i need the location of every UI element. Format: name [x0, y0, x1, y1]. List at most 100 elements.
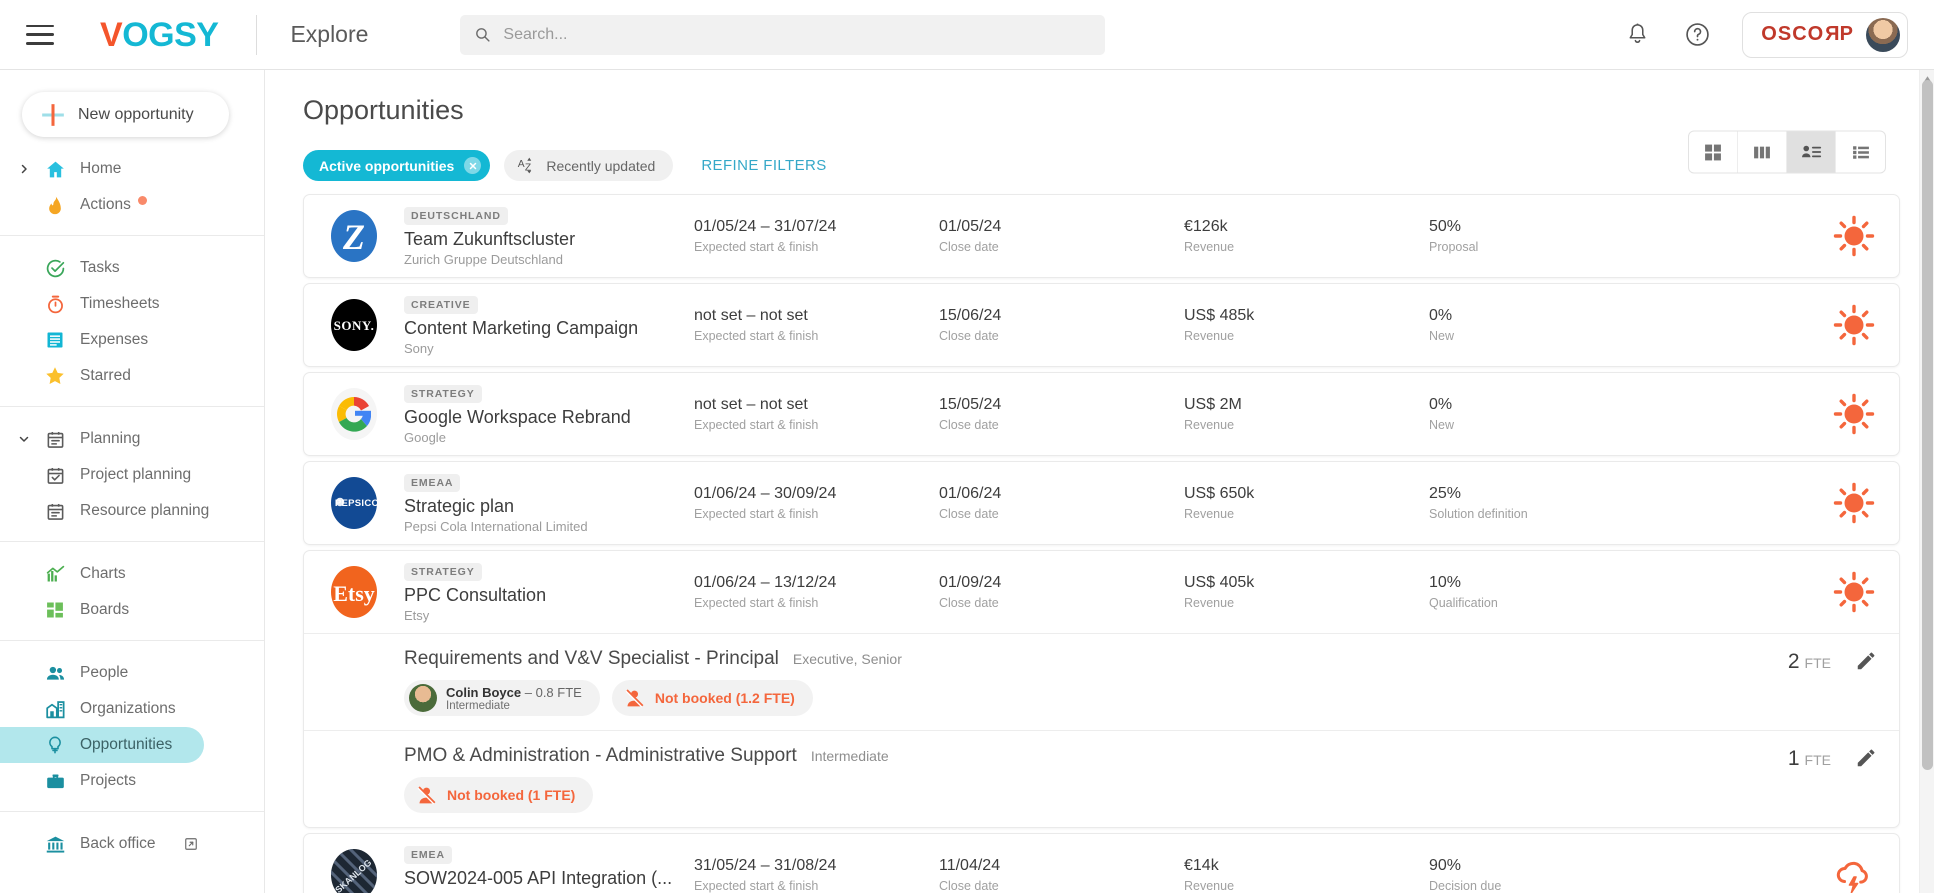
people-list-view-button[interactable]: [1787, 131, 1836, 173]
sidebar-item-projects[interactable]: Projects: [0, 763, 264, 799]
sidebar-item-resource-planning[interactable]: Resource planning: [0, 493, 264, 529]
header-divider: [256, 14, 258, 55]
sidebar-item-starred[interactable]: Starred: [0, 358, 264, 394]
dates-col: not set – not set Expected start & finis…: [694, 307, 939, 343]
fte-col: 2 FTE: [1661, 648, 1831, 674]
person-off-icon: [625, 688, 644, 707]
close-icon[interactable]: [464, 157, 482, 174]
role-title-wrap: Requirements and V&V Specialist - Princi…: [404, 648, 1661, 670]
page-title: Opportunities: [303, 95, 464, 125]
search-box[interactable]: [460, 14, 1106, 55]
lightbulb-icon: [44, 734, 66, 756]
svg-text:Z: Z: [342, 217, 365, 257]
not-booked-chip[interactable]: Not booked (1.2 FTE): [611, 680, 813, 716]
sony-logo: SONY.: [326, 297, 382, 353]
opportunity-card[interactable]: SKANLOG EMEA SOW2024-005 API Integration…: [303, 833, 1900, 893]
table-row[interactable]: Z DEUTSCHLAND Team Zukunftscluster Zuric…: [304, 195, 1899, 277]
role-row[interactable]: Requirements and V&V Specialist - Princi…: [304, 633, 1899, 730]
role-title: Requirements and V&V Specialist - Princi…: [404, 648, 779, 669]
close-date-label: Close date: [939, 879, 999, 893]
organizations-icon: [44, 698, 66, 720]
opportunity-card[interactable]: PEPSICO EMEAA Strategic plan Pepsi Cola …: [303, 461, 1900, 545]
notification-bell-icon[interactable]: [1622, 20, 1652, 50]
section-title[interactable]: Explore: [290, 21, 368, 48]
sidebar-item-timesheets[interactable]: Timesheets: [0, 286, 264, 322]
sidebar-item-boards[interactable]: Boards: [0, 592, 264, 628]
sort-chip[interactable]: A Z Recently updated: [504, 150, 674, 181]
sidebar-item-planning[interactable]: Planning: [0, 421, 264, 457]
calendar-check-icon: [44, 464, 66, 486]
sidebar-item-tasks[interactable]: Tasks: [0, 250, 264, 286]
scroll-up-arrow[interactable]: [1923, 70, 1932, 82]
sidebar-item-home[interactable]: Home: [0, 151, 264, 187]
vogsy-logo[interactable]: VOGSY: [100, 18, 219, 52]
revenue-col: €126k Revenue: [1184, 218, 1429, 254]
opportunity-card[interactable]: STRATEGY Google Workspace Rebrand Google…: [303, 372, 1900, 456]
opportunity-name: PPC Consultation: [404, 584, 547, 605]
not-booked-chip[interactable]: Not booked (1 FTE): [404, 777, 594, 813]
opportunity-tag: STRATEGY: [404, 384, 482, 403]
sidebar-item-actions[interactable]: Actions: [0, 187, 264, 223]
filter-chip-label: Active opportunities: [319, 157, 455, 174]
revenue-col: €14k Revenue: [1184, 857, 1429, 893]
sidebar-item-charts[interactable]: Charts: [0, 556, 264, 592]
sidebar-item-project-planning[interactable]: Project planning: [0, 457, 264, 493]
revenue-label: Revenue: [1184, 596, 1235, 610]
edit-role-button[interactable]: [1831, 745, 1877, 769]
sidebar-item-label: Resource planning: [80, 502, 210, 519]
stage-label: Qualification: [1429, 596, 1498, 610]
grid-view-button[interactable]: [1689, 131, 1738, 173]
stage-label: Solution definition: [1429, 507, 1528, 521]
stage-col: 25% Solution definition: [1429, 485, 1679, 521]
opportunity-customer: Etsy: [404, 607, 430, 623]
table-row[interactable]: Etsy STRATEGY PPC Consultation Etsy 01/0…: [304, 551, 1899, 633]
opportunity-card[interactable]: Etsy STRATEGY PPC Consultation Etsy 01/0…: [303, 550, 1900, 828]
skanlog-logo: SKANLOG: [326, 847, 382, 893]
nav-group-planning: Planning Project planning Resource plann…: [0, 406, 264, 541]
stage-label: Proposal: [1429, 240, 1479, 254]
table-row[interactable]: SKANLOG EMEA SOW2024-005 API Integration…: [304, 834, 1899, 893]
scrollbar-thumb[interactable]: [1922, 80, 1933, 770]
stage-label: New: [1429, 329, 1455, 343]
stage-col: 90% Decision due: [1429, 857, 1679, 893]
sidebar-item-expenses[interactable]: Expenses: [0, 322, 264, 358]
refine-filters-link[interactable]: REFINE FILTERS: [701, 157, 826, 174]
sidebar-item-people[interactable]: People: [0, 655, 264, 691]
search-icon: [476, 28, 491, 42]
table-row[interactable]: PEPSICO EMEAA Strategic plan Pepsi Cola …: [304, 462, 1899, 544]
etsy-logo: Etsy: [326, 564, 382, 620]
opportunity-name: Google Workspace Rebrand: [404, 406, 631, 427]
sidebar-item-back-office[interactable]: Back office: [0, 826, 264, 862]
new-opportunity-button[interactable]: New opportunity: [22, 92, 229, 137]
search-input[interactable]: [503, 25, 1064, 44]
close-date-value: 15/06/24: [939, 307, 1002, 324]
storm-icon: [1831, 852, 1877, 893]
vertical-scrollbar[interactable]: [1919, 70, 1934, 893]
list-view-button[interactable]: [1836, 132, 1885, 173]
svg-text:SONY.: SONY.: [334, 318, 375, 333]
sidebar-item-organizations[interactable]: Organizations: [0, 691, 264, 727]
external-link-icon: [185, 838, 197, 850]
sidebar-item-opportunities[interactable]: Opportunities: [0, 727, 204, 763]
column-view-button[interactable]: [1738, 131, 1787, 173]
role-row[interactable]: PMO & Administration - Administrative Su…: [304, 730, 1899, 827]
hamburger-icon[interactable]: [26, 24, 54, 45]
help-circle-icon[interactable]: [1682, 20, 1712, 50]
opportunity-card[interactable]: Z DEUTSCHLAND Team Zukunftscluster Zuric…: [303, 194, 1900, 278]
sidebar-item-label: Organizations: [80, 700, 176, 717]
opportunity-card[interactable]: SONY. CREATIVE Content Marketing Campaig…: [303, 283, 1900, 367]
assigned-person-chip[interactable]: Colin Boyce – 0.8 FTE Intermediate: [404, 680, 600, 716]
organization-chip[interactable]: OSCORP: [1742, 11, 1908, 58]
table-row[interactable]: STRATEGY Google Workspace Rebrand Google…: [304, 373, 1899, 455]
close-date-value: 15/05/24: [939, 396, 1002, 413]
table-row[interactable]: SONY. CREATIVE Content Marketing Campaig…: [304, 284, 1899, 366]
opportunity-customer: Google: [404, 429, 446, 445]
edit-role-button[interactable]: [1831, 648, 1877, 672]
opportunity-name-col: EMEA SOW2024-005 API Integration (... Sk…: [404, 845, 694, 893]
user-avatar[interactable]: [1866, 17, 1900, 52]
filter-chip-active-opportunities[interactable]: Active opportunities: [303, 150, 491, 181]
dates-col: 01/05/24 – 31/07/24 Expected start & fin…: [694, 218, 939, 254]
close-date-value: 01/09/24: [939, 574, 1002, 591]
grid-icon: [1705, 144, 1721, 160]
nav-group-records: People Organizations Opportunities Proje…: [0, 640, 264, 811]
